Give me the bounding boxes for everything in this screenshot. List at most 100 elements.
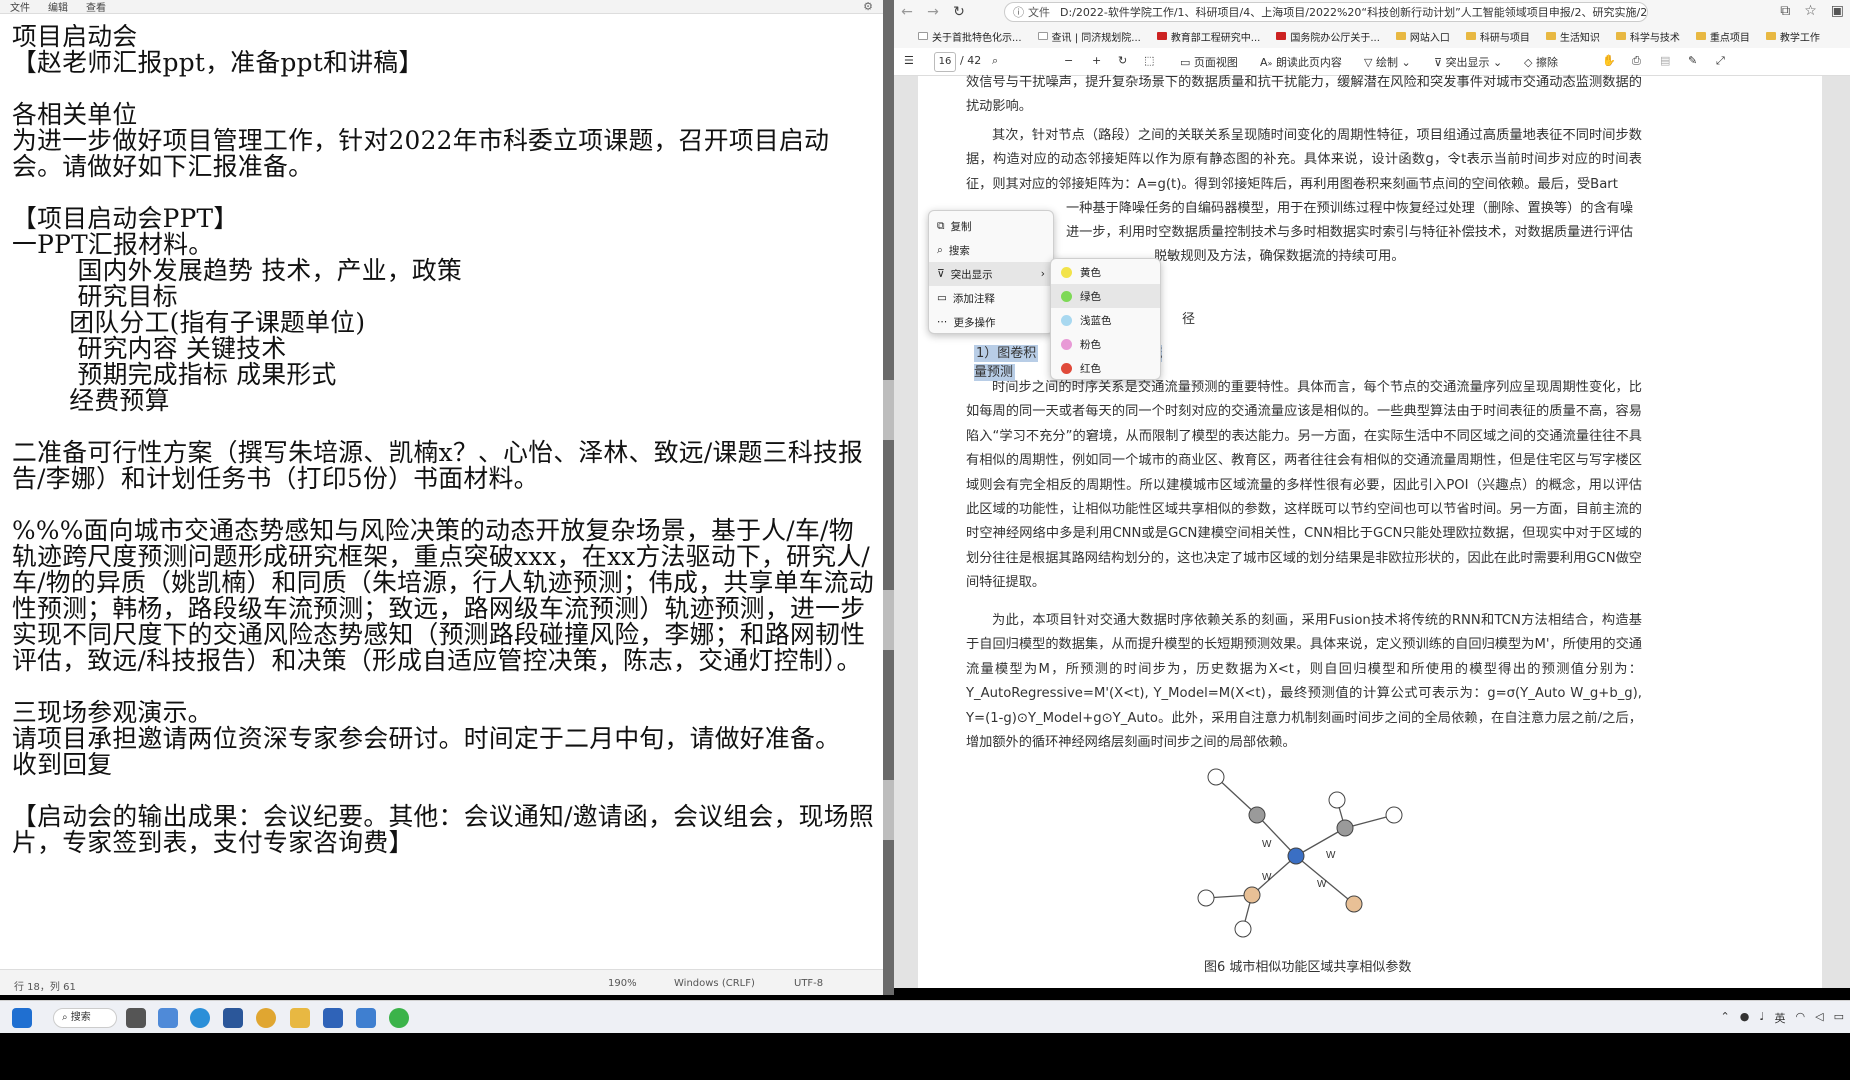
volume-icon[interactable]: ◁ (1815, 1010, 1823, 1026)
favorite-item[interactable]: 查讯 | 同济规划院... (1037, 29, 1141, 44)
address-bar[interactable]: ⓘ 文件 D:/2022-软件学院工作/1、科研项目/4、上海项目/2022%2… (1004, 2, 1648, 22)
color-pink-item[interactable]: 粉色 (1051, 332, 1160, 356)
zoom-level: 190% (608, 978, 637, 989)
figure-caption: 图6 城市相似功能区域共享相似参数 (1204, 960, 1412, 975)
highlight-menu-item[interactable]: ⊽ 突出显示 › (929, 262, 1053, 286)
taskbar-search[interactable]: ⌕ 搜索 (53, 1008, 117, 1028)
search-menu-item[interactable]: ⌕ 搜索 (929, 238, 1053, 262)
highlighter-icon: ⊽ (937, 268, 945, 280)
word-icon[interactable] (223, 1008, 243, 1028)
page-view-button[interactable]: ▭ 页面视图 (1180, 54, 1238, 70)
paragraph: 为此，本项目针对交通大数据时序依赖关系的刻画，采用Fusion技术将传统的RNN… (966, 613, 1642, 751)
wifi-icon[interactable]: ◠ (1796, 1010, 1806, 1026)
weather-icon[interactable] (158, 1008, 178, 1028)
paragraph: 其次，针对节点（路段）之间的关联关系呈现随时间变化的周期性特征，项目组通过高质量… (966, 128, 1642, 192)
copy-menu-item[interactable]: ⧉ 复制 (929, 214, 1053, 238)
taskbar: ⌕ 搜索 ⌃ ● ♩ 英 ◠ ◁ ▭ (0, 1000, 1850, 1033)
print-icon[interactable]: ⎙ (1632, 54, 1641, 68)
task-view-icon[interactable] (126, 1008, 146, 1028)
favorite-folder[interactable]: 网站入口 (1395, 29, 1450, 44)
save-as-icon[interactable]: ✎ (1688, 54, 1697, 67)
favorite-folder[interactable]: 科学与技术 (1615, 29, 1680, 44)
show-hidden-icon[interactable]: ⌃ (1720, 1010, 1729, 1026)
notepad-statusbar: 行 18，列 61 190% Windows (CRLF) UTF-8 (0, 969, 883, 995)
wechat-icon[interactable] (389, 1008, 409, 1028)
favorite-folder[interactable]: 教学工作 (1765, 29, 1820, 44)
color-lightblue-item[interactable]: 浅蓝色 (1051, 308, 1160, 332)
screen-bottom-border (0, 1033, 1850, 1080)
favorite-item[interactable]: 关于首批特色化示... (918, 29, 1022, 44)
paragraph: 时间步之间的时序关系是交通流量预测的重要特性。具体而言，每个节点的交通流量序列应… (966, 380, 1642, 591)
search-icon: ⌕ (937, 243, 943, 256)
paragraph-fragment: 一种基于降噪任务的自编码器模型，用于在预训练过程中恢复经过处理（删除、置换等）的… (1066, 201, 1634, 216)
edge-weight-label: W (1317, 879, 1327, 890)
more-actions-menu-item[interactable]: ⋯ 更多操作 (929, 310, 1053, 334)
cursor-position: 行 18，列 61 (14, 982, 76, 993)
address-text: D:/2022-软件学院工作/1、科研项目/4、上海项目/2022%20“科技创… (1060, 6, 1648, 19)
favorites-star-icon[interactable]: ☆ (1804, 3, 1817, 19)
wechat-tray-icon[interactable]: ● (1740, 1010, 1750, 1026)
page-total: / 42 (960, 54, 982, 67)
fullscreen-icon[interactable]: ⤢ (1716, 54, 1725, 68)
find-icon[interactable]: ⌕ (992, 54, 998, 68)
extensions-icon[interactable]: ⧉ (1780, 3, 1790, 19)
forward-icon[interactable]: → (920, 4, 946, 20)
collections-icon[interactable]: ▣ (1831, 3, 1844, 19)
contents-icon[interactable]: ☰ (904, 54, 914, 67)
color-green-item[interactable]: 绿色 (1051, 284, 1160, 308)
favorites-bar: 关于首批特色化示... 查讯 | 同济规划院... 教育部工程研究中... 国务… (894, 24, 1850, 48)
favorite-folder[interactable]: 科研与项目 (1465, 29, 1530, 44)
more-icon: ⋯ (937, 316, 948, 328)
menu-file[interactable]: 文件 (10, 0, 30, 14)
read-aloud-button[interactable]: A» 朗读此页内容 (1260, 54, 1342, 70)
refresh-icon[interactable]: ↻ (946, 4, 972, 20)
menu-view[interactable]: 查看 (86, 0, 106, 14)
edge-browser-icon[interactable] (190, 1008, 210, 1028)
save-icon[interactable]: ▤ (1660, 54, 1670, 67)
notepad-text-area[interactable]: 项目启动会 【赵老师汇报ppt，准备ppt和讲稿】 各相关单位 为进一步做好项目… (12, 24, 877, 969)
yellow-swatch-icon (1061, 266, 1072, 278)
zoom-in-icon[interactable]: + (1092, 54, 1101, 67)
input-language[interactable]: 英 (1775, 1010, 1786, 1026)
highlight-button[interactable]: ⊽ 突出显示 ⌄ (1434, 54, 1502, 70)
back-icon[interactable]: ← (894, 4, 920, 20)
file-explorer-icon[interactable] (290, 1008, 310, 1028)
chevron-right-icon: › (1040, 268, 1045, 280)
system-tray: ⌃ ● ♩ 英 ◠ ◁ ▭ (1720, 1010, 1844, 1026)
microphone-icon[interactable]: ♩ (1759, 1010, 1764, 1026)
highlight-color-submenu: 黄色 绿色 浅蓝色 粉色 红色 (1050, 258, 1161, 380)
notepad-icon[interactable] (356, 1008, 376, 1028)
paragraph: 效信号与干扰噪声，提升复杂场景下的数据质量和抗干扰能力，缓解潜在风险和突发事件对… (966, 75, 1642, 115)
edge-weight-label: W (1262, 872, 1272, 883)
touch-icon[interactable]: ✋ (1602, 54, 1616, 67)
favorite-item[interactable]: 教育部工程研究中... (1156, 29, 1260, 44)
edge-weight-label: W (1262, 839, 1272, 850)
edge-weight-label: W (1326, 850, 1336, 861)
line-ending: Windows (CRLF) (674, 978, 755, 989)
rotate-icon[interactable]: ↻ (1118, 54, 1127, 67)
battery-icon[interactable]: ▭ (1834, 1010, 1844, 1026)
start-icon[interactable] (12, 1008, 32, 1028)
encoding: UTF-8 (794, 978, 824, 989)
erase-button[interactable]: ◇ 擦除 (1524, 54, 1558, 70)
page-number-input[interactable]: 16 (934, 52, 956, 72)
favorite-folder[interactable]: 生活知识 (1545, 29, 1600, 44)
menu-edit[interactable]: 编辑 (48, 0, 68, 14)
info-icon: ⓘ (1013, 6, 1024, 19)
zoom-out-icon[interactable]: − (1064, 54, 1073, 67)
add-note-menu-item[interactable]: ▭ 添加注释 (929, 286, 1053, 310)
settings-gear-icon[interactable]: ⚙ (863, 0, 873, 13)
address-prefix: 文件 (1028, 6, 1050, 19)
color-red-item[interactable]: 红色 (1051, 356, 1160, 380)
photos-icon[interactable] (323, 1008, 343, 1028)
notepad-window: 文件 编辑 查看 ⚙ 项目启动会 【赵老师汇报ppt，准备ppt和讲稿】 各相关… (0, 0, 883, 995)
chrome-icon[interactable] (256, 1008, 276, 1028)
copy-icon: ⧉ (937, 219, 945, 232)
favorite-item[interactable]: 国务院办公厅关于... (1276, 29, 1380, 44)
favorite-folder[interactable]: 重点项目 (1695, 29, 1750, 44)
draw-button[interactable]: ▽ 绘制 ⌄ (1364, 54, 1411, 70)
color-yellow-item[interactable]: 黄色 (1051, 260, 1160, 284)
fit-page-icon[interactable]: ⬚ (1144, 54, 1154, 67)
pink-swatch-icon (1061, 338, 1072, 350)
network-figure: W W W W (1197, 768, 1403, 938)
